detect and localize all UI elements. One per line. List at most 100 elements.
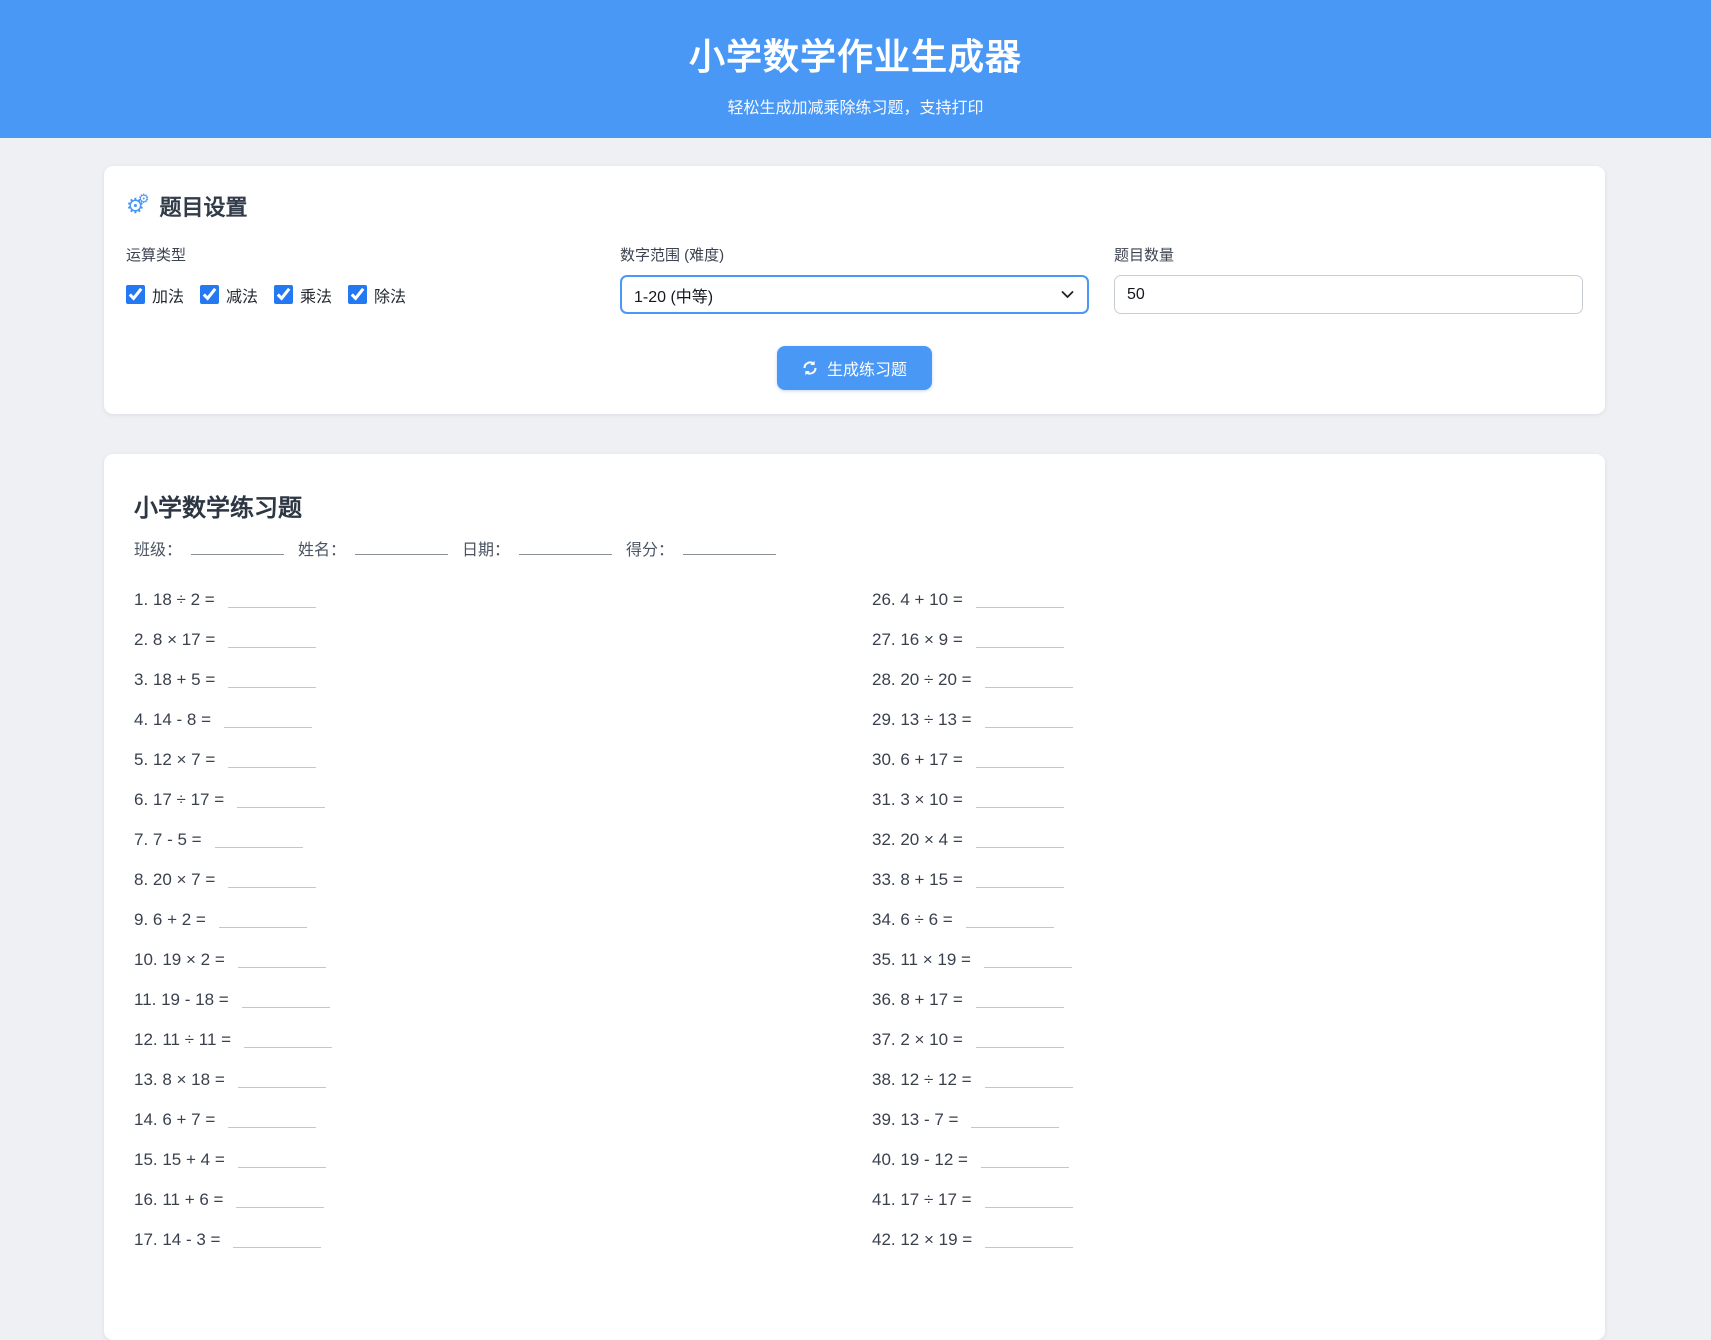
answer-blank-line [985,1072,1073,1088]
problem-text: 6. 17 ÷ 17 = [134,790,224,810]
answer-blank-line [985,1192,1073,1208]
problem-row: 15. 15 + 4 = [134,1140,872,1180]
problem-row: 11. 19 - 18 = [134,980,872,1020]
answer-blank-line [976,1032,1064,1048]
refresh-icon [802,360,818,376]
problem-row: 30. 6 + 17 = [872,740,1575,780]
answer-blank-line [238,1072,326,1088]
answer-blank-line [971,1112,1059,1128]
answer-blank-line [228,672,316,688]
count-input[interactable] [1114,275,1583,314]
problem-row: 27. 16 × 9 = [872,620,1575,660]
problem-row: 12. 11 ÷ 11 = [134,1020,872,1060]
problems-column-right: 26. 4 + 10 = 27. 16 × 9 = 28. 20 ÷ 20 = … [872,580,1575,1260]
count-group: 题目数量 [1114,244,1583,314]
count-label: 题目数量 [1114,244,1583,265]
answer-blank-line [238,952,326,968]
problem-row: 39. 13 - 7 = [872,1100,1575,1140]
answer-blank-line [981,1152,1069,1168]
problem-row: 29. 13 ÷ 13 = [872,700,1575,740]
operation-label: 加法 [152,283,184,307]
problem-row: 41. 17 ÷ 17 = [872,1180,1575,1220]
problem-row: 2. 8 × 17 = [134,620,872,660]
problem-text: 9. 6 + 2 = [134,910,206,930]
operation-checkbox-item[interactable]: 减法 [200,283,258,307]
problem-row: 31. 3 × 10 = [872,780,1575,820]
main-container: ⚙⚙ 题目设置 运算类型 加法 减法 乘法 除法 数字范围 (难度) 1-20 … [104,166,1605,1340]
problem-row: 38. 12 ÷ 12 = [872,1060,1575,1100]
operation-checkbox-item[interactable]: 加法 [126,283,184,307]
operation-checkbox-item[interactable]: 除法 [348,283,406,307]
problem-text: 34. 6 ÷ 6 = [872,910,953,930]
worksheet-meta-row: 班级： 姓名： 日期： 得分： [134,536,1575,560]
operation-label: 除法 [374,283,406,307]
meta-label: 班级： [134,536,182,560]
problem-row: 37. 2 × 10 = [872,1020,1575,1060]
problem-text: 11. 19 - 18 = [134,990,229,1010]
meta-blank-line [519,540,612,555]
problem-row: 16. 11 + 6 = [134,1180,872,1220]
problem-row: 10. 19 × 2 = [134,940,872,980]
answer-blank-line [242,992,330,1008]
operations-group: 运算类型 加法 减法 乘法 除法 [126,244,595,314]
generate-button[interactable]: 生成练习题 [777,346,932,390]
problem-text: 31. 3 × 10 = [872,790,963,810]
worksheet-meta-field: 姓名： [298,536,448,560]
problem-text: 2. 8 × 17 = [134,630,215,650]
problem-text: 33. 8 + 15 = [872,870,963,890]
answer-blank-line [976,592,1064,608]
problem-text: 17. 14 - 3 = [134,1230,220,1250]
problem-row: 32. 20 × 4 = [872,820,1575,860]
worksheet-meta-field: 日期： [462,536,612,560]
answer-blank-line [228,632,316,648]
problem-text: 36. 8 + 17 = [872,990,963,1010]
range-select[interactable]: 1-20 (中等) [620,275,1089,314]
problem-row: 28. 20 ÷ 20 = [872,660,1575,700]
answer-blank-line [985,1232,1073,1248]
worksheet-meta-field: 得分： [626,536,776,560]
problem-text: 28. 20 ÷ 20 = [872,670,972,690]
problem-row: 7. 7 - 5 = [134,820,872,860]
problem-text: 35. 11 × 19 = [872,950,971,970]
operation-checkbox-item[interactable]: 乘法 [274,283,332,307]
answer-blank-line [984,952,1072,968]
problem-text: 29. 13 ÷ 13 = [872,710,972,730]
problem-text: 3. 18 + 5 = [134,670,215,690]
operation-checkbox[interactable] [200,285,219,304]
problem-row: 1. 18 ÷ 2 = [134,580,872,620]
problem-text: 1. 18 ÷ 2 = [134,590,215,610]
answer-blank-line [976,992,1064,1008]
answer-blank-line [985,672,1073,688]
answer-blank-line [236,1192,324,1208]
problem-row: 3. 18 + 5 = [134,660,872,700]
settings-form: 运算类型 加法 减法 乘法 除法 数字范围 (难度) 1-20 (中等) 题目数… [126,244,1583,314]
problem-text: 32. 20 × 4 = [872,830,963,850]
problem-text: 14. 6 + 7 = [134,1110,215,1130]
problems-column-left: 1. 18 ÷ 2 = 2. 8 × 17 = 3. 18 + 5 = 4. 1… [134,580,872,1260]
meta-blank-line [355,540,448,555]
button-row: 生成练习题 [126,346,1583,390]
problem-row: 34. 6 ÷ 6 = [872,900,1575,940]
problem-text: 16. 11 + 6 = [134,1190,223,1210]
generate-button-label: 生成练习题 [827,356,907,380]
operation-checkbox[interactable] [348,285,367,304]
answer-blank-line [985,712,1073,728]
problem-text: 37. 2 × 10 = [872,1030,963,1050]
settings-title-text: 题目设置 [159,190,247,222]
page-title: 小学数学作业生成器 [0,0,1711,80]
worksheet-title: 小学数学练习题 [134,488,1575,523]
operation-checkbox[interactable] [274,285,293,304]
problem-text: 5. 12 × 7 = [134,750,215,770]
meta-label: 姓名： [298,536,346,560]
meta-label: 日期： [462,536,510,560]
answer-blank-line [233,1232,321,1248]
problem-row: 14. 6 + 7 = [134,1100,872,1140]
operation-checkbox[interactable] [126,285,145,304]
range-select-value: 1-20 (中等) [634,283,713,307]
problem-text: 13. 8 × 18 = [134,1070,225,1090]
operation-label: 减法 [226,283,258,307]
problem-row: 5. 12 × 7 = [134,740,872,780]
problem-row: 42. 12 × 19 = [872,1220,1575,1260]
problem-row: 13. 8 × 18 = [134,1060,872,1100]
gears-icon: ⚙⚙ [126,196,149,217]
